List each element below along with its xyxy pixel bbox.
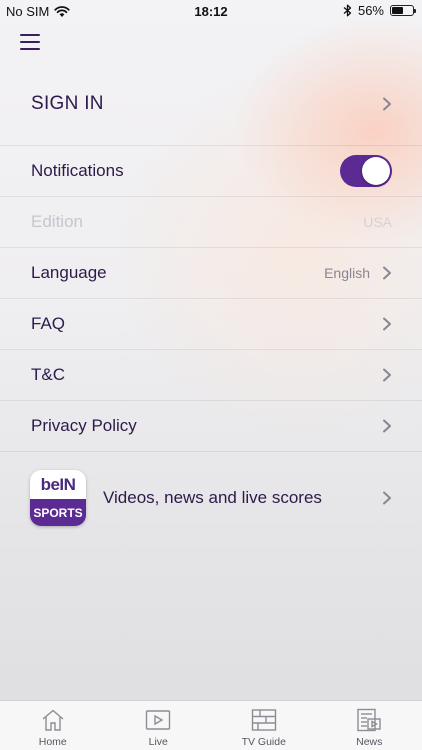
battery-percent: 56% [357,3,384,18]
logo-sports-text: SPORTS [30,499,86,526]
status-bar: No SIM 18:12 56% [0,0,422,22]
news-icon [357,708,381,732]
chevron-right-icon [383,97,391,110]
edition-value: USA [363,214,392,230]
chevron-right-icon [383,491,391,505]
notifications-toggle[interactable] [340,155,392,187]
language-label: Language [31,263,107,282]
tab-live[interactable]: Live [106,701,212,750]
faq-label: FAQ [31,314,66,333]
logo-bein-text: beIN [40,474,76,494]
tab-live-label: Live [148,736,168,748]
sign-in-row[interactable]: SIGN IN [0,62,422,146]
tc-label: T&C [31,365,65,384]
chevron-right-icon [383,266,391,280]
play-icon [146,710,171,730]
tab-home-label: Home [38,736,67,748]
tab-bar: Home Live TV Guide News [0,700,422,750]
language-row[interactable]: Language English [0,248,422,299]
tab-tv-guide-label: TV Guide [241,736,286,748]
chevron-right-icon [383,317,391,331]
battery-fill [392,7,404,14]
language-value: English [324,265,370,281]
tc-row[interactable]: T&C [0,350,422,401]
settings-list: SIGN IN Notifications Edition USA Langua… [0,62,422,544]
home-icon [42,709,64,731]
bein-sports-promo-row[interactable]: beIN SPORTS Videos, news and live scores [0,452,422,544]
privacy-policy-row[interactable]: Privacy Policy [0,401,422,452]
tv-guide-icon [251,709,276,731]
notifications-label: Notifications [31,161,124,180]
tab-tv-guide[interactable]: TV Guide [211,701,317,750]
sign-in-label: SIGN IN [31,92,104,114]
chevron-right-icon [383,368,391,382]
promo-text: Videos, news and live scores [103,488,322,507]
hamburger-menu-icon[interactable] [20,34,40,50]
chevron-right-icon [383,419,391,433]
toggle-knob [362,157,390,185]
privacy-policy-label: Privacy Policy [31,416,137,435]
notifications-row: Notifications [0,146,422,197]
battery-icon [390,5,416,16]
edition-row: Edition USA [0,197,422,248]
bluetooth-icon [343,4,352,17]
tab-news[interactable]: News [317,701,422,750]
edition-label: Edition [31,212,83,231]
tab-news-label: News [356,736,383,748]
tab-home[interactable]: Home [0,701,106,750]
faq-row[interactable]: FAQ [0,299,422,350]
bein-sports-logo: beIN SPORTS [30,470,86,526]
